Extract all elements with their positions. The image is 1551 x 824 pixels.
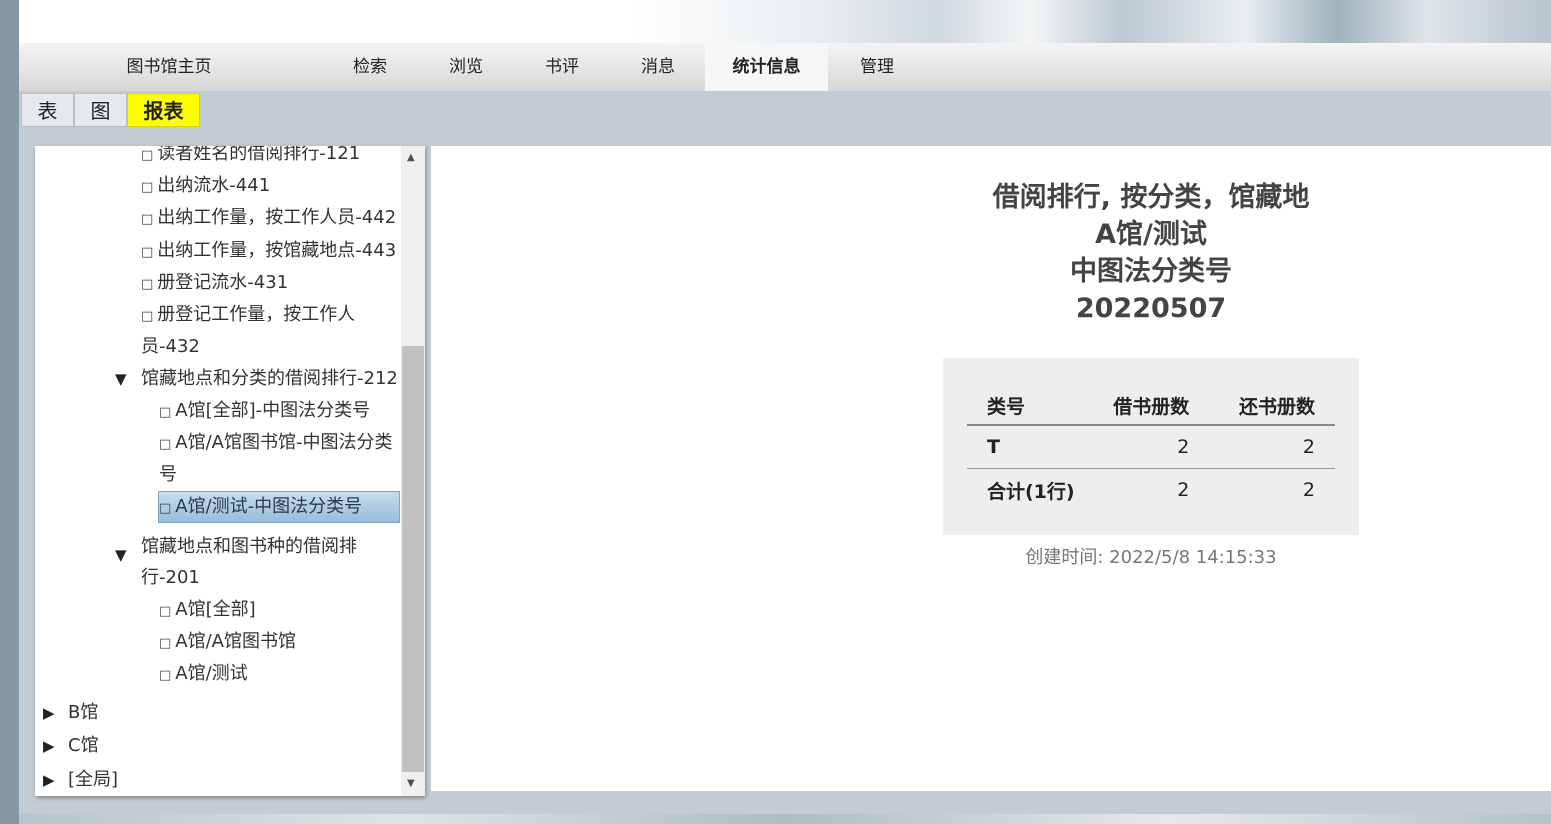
- tree-folder-c[interactable]: C馆: [68, 730, 99, 762]
- tab-chart[interactable]: 图: [74, 93, 127, 127]
- tree-item-label: A馆[全部]-中图法分类号: [175, 400, 371, 421]
- checkbox-icon: □: [159, 668, 172, 683]
- tree-folder-global[interactable]: [全局]: [68, 764, 118, 796]
- tree-folder[interactable]: 馆藏地点和图书种的借阅排: [141, 531, 357, 563]
- report-title: 借阅排行, 按分类，馆藏地 A馆/测试 中图法分类号 20220507: [431, 179, 1551, 327]
- collapsed-arrow-icon[interactable]: ▶: [43, 737, 55, 755]
- tree-item-selected[interactable]: □ A馆/测试-中图法分类号: [159, 491, 362, 525]
- tree-item[interactable]: □ A馆/测试: [159, 658, 248, 692]
- checkbox-icon: □: [141, 148, 154, 163]
- tree-item[interactable]: □ 册登记工作量，按工作人: [141, 299, 355, 333]
- tree-item-label: A馆/测试-中图法分类号: [175, 496, 363, 517]
- tree-folder-b[interactable]: B馆: [68, 697, 98, 729]
- tree-item-label: 读者姓名的借阅排行-121: [157, 146, 361, 164]
- table-cell: 2: [1083, 425, 1210, 469]
- created-timestamp: 创建时间: 2022/5/8 14:15:33: [1025, 547, 1277, 568]
- checkbox-icon: □: [159, 437, 172, 452]
- column-header: 类号: [967, 386, 1084, 426]
- tree-item-continued[interactable]: 员-432: [141, 331, 200, 363]
- left-stripe: [0, 0, 19, 824]
- scroll-up-icon[interactable]: ▲: [407, 152, 415, 163]
- tree-item[interactable]: □ 出纳流水-441: [141, 170, 270, 204]
- table-cell: T: [967, 425, 1084, 469]
- nav-statistics[interactable]: 统计信息: [705, 43, 828, 91]
- checkbox-icon: □: [159, 604, 172, 619]
- scroll-thumb[interactable]: [402, 346, 424, 772]
- table-cell: 合计(1行): [987, 480, 1075, 503]
- report-tree-panel: □ 读者姓名的借阅排行-121 □ 出纳流水-441 □ 出纳工作量，按工作人员-44…: [35, 146, 425, 796]
- tree-item-label: A馆/测试: [175, 663, 248, 684]
- report-title-line: A馆/测试: [1095, 219, 1207, 250]
- report-title-line: 借阅排行, 按分类，馆藏地: [992, 182, 1310, 213]
- report-table: 类号 借书册数 还书册数 T 2 2 合计(1行) 2 2: [967, 386, 1335, 511]
- tab-report[interactable]: 报表: [127, 93, 200, 127]
- column-header: 还书册数: [1209, 386, 1335, 426]
- checkbox-icon: □: [159, 501, 172, 516]
- collapsed-arrow-icon[interactable]: ▶: [43, 704, 55, 722]
- tree-item[interactable]: □ 出纳工作量，按馆藏地点-443: [141, 235, 396, 269]
- report-title-line: 20220507: [1075, 293, 1227, 324]
- column-header: 借书册数: [1083, 386, 1210, 426]
- table-cell: 2: [1209, 425, 1335, 469]
- tree-item-label: 册登记流水-431: [157, 272, 289, 293]
- tree-item-label: A馆/A馆图书馆: [175, 631, 296, 652]
- table-header-row: 类号 借书册数 还书册数: [967, 386, 1335, 426]
- collapsed-arrow-icon[interactable]: ▶: [43, 771, 55, 789]
- expanded-arrow-icon[interactable]: ▼: [115, 370, 127, 388]
- tree-item-label: A馆/A馆图书馆-中图法分类: [175, 432, 393, 453]
- tree-item-label: 册登记工作量，按工作人: [157, 304, 356, 325]
- nav-browse[interactable]: 浏览: [433, 43, 499, 91]
- nav-search[interactable]: 检索: [337, 43, 403, 91]
- tree-item[interactable]: □ A馆/A馆图书馆-中图法分类: [159, 427, 392, 461]
- tree-item-label: 出纳工作量，按馆藏地点-443: [157, 240, 397, 261]
- checkbox-icon: □: [141, 180, 154, 195]
- tree-item[interactable]: □ 读者姓名的借阅排行-121: [141, 146, 360, 172]
- report-table-box: 类号 借书册数 还书册数 T 2 2 合计(1行) 2 2: [943, 358, 1359, 535]
- tree-folder-continued[interactable]: 行-201: [141, 562, 200, 594]
- sub-tabs: 表 图 报表: [19, 91, 1551, 129]
- checkbox-icon: □: [159, 405, 172, 420]
- expanded-arrow-icon[interactable]: ▼: [115, 546, 127, 564]
- checkbox-icon: □: [159, 636, 172, 651]
- checkbox-icon: □: [141, 245, 154, 260]
- checkbox-icon: □: [141, 277, 154, 292]
- scroll-down-icon[interactable]: ▼: [407, 778, 415, 789]
- tree-item[interactable]: □ 出纳工作量，按工作人员-442: [141, 202, 396, 236]
- table-cell: 2: [1302, 479, 1315, 501]
- tree-scrollbar[interactable]: ▲ ▼: [401, 146, 425, 796]
- table-row: 合计(1行) 2 2: [967, 469, 1335, 512]
- footer-band: [19, 814, 1551, 824]
- header-banner: [19, 0, 1551, 43]
- tree-item[interactable]: □ A馆/A馆图书馆: [159, 626, 296, 660]
- nav-reviews[interactable]: 书评: [529, 43, 595, 91]
- nav-manage[interactable]: 管理: [844, 43, 910, 91]
- table-cell: 2: [1177, 479, 1190, 501]
- tree-item[interactable]: □ A馆[全部]-中图法分类号: [159, 395, 370, 429]
- tree-item-label: 出纳流水-441: [157, 175, 271, 196]
- checkbox-icon: □: [141, 212, 154, 227]
- tab-table[interactable]: 表: [21, 93, 74, 127]
- checkbox-icon: □: [141, 309, 154, 324]
- nav-messages[interactable]: 消息: [625, 43, 691, 91]
- report-content: 借阅排行, 按分类，馆藏地 A馆/测试 中图法分类号 20220507 类号 借…: [431, 146, 1551, 791]
- tree-item-continued[interactable]: 号: [159, 459, 177, 491]
- nav-home[interactable]: 图书馆主页: [109, 43, 229, 91]
- tree-item[interactable]: □ A馆[全部]: [159, 594, 256, 628]
- tree-item-label: 出纳工作量，按工作人员-442: [157, 207, 397, 228]
- main-nav: 图书馆主页 检索 浏览 书评 消息 统计信息 管理: [19, 43, 1551, 91]
- table-row: T 2 2: [967, 425, 1335, 469]
- tree-item-label: A馆[全部]: [175, 599, 256, 620]
- report-title-line: 中图法分类号: [1070, 256, 1232, 287]
- tree-item[interactable]: □ 册登记流水-431: [141, 267, 288, 301]
- tree-folder[interactable]: 馆藏地点和分类的借阅排行-212: [141, 363, 398, 395]
